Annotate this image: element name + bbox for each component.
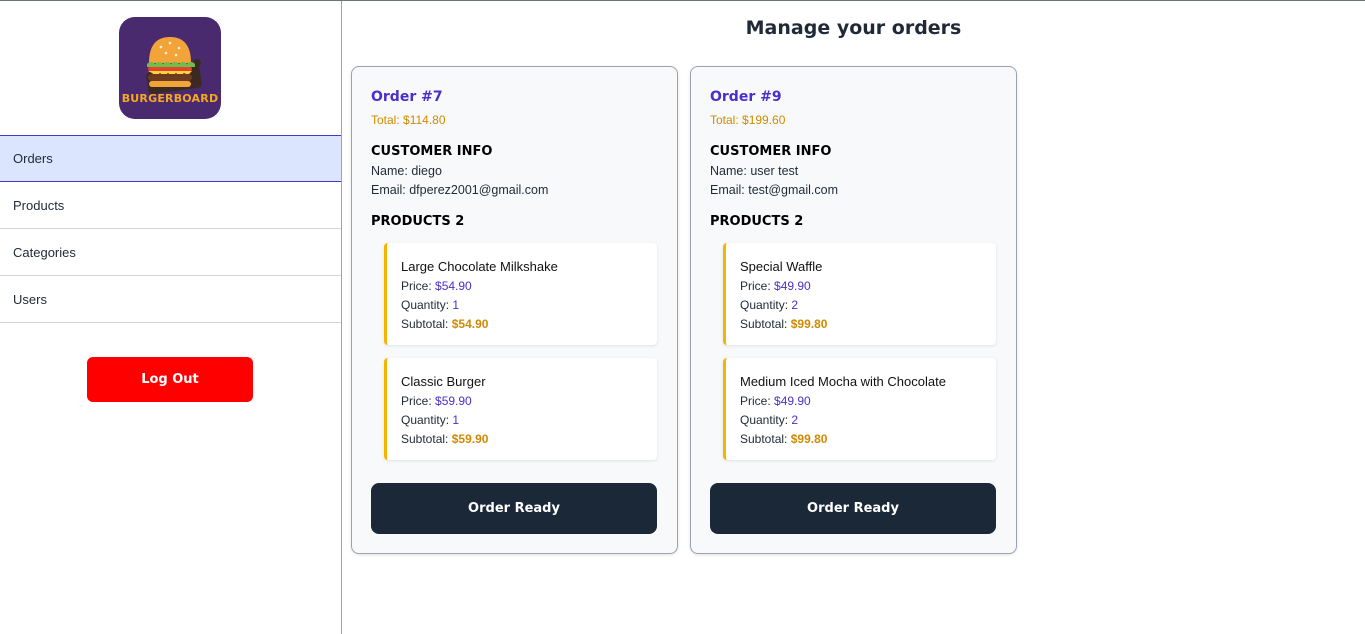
subtotal-label: Subtotal:: [740, 317, 788, 331]
order-card: Order #9 Total: $199.60 CUSTOMER INFO Na…: [690, 66, 1017, 554]
customer-name-value: diego: [411, 164, 442, 178]
order-total: Total: $114.80: [371, 113, 446, 127]
product-item: Classic Burger Price: $59.90 Quantity: 1…: [384, 358, 657, 460]
customer-name-value: user test: [750, 164, 799, 178]
subtotal-label: Subtotal:: [401, 317, 449, 331]
sidebar-item-categories[interactable]: Categories: [0, 229, 341, 276]
subtotal-value: $54.90: [451, 317, 489, 331]
customer-name: Name: diego: [371, 164, 442, 178]
app-window: BURGERBOARD Orders Products Categories U…: [0, 0, 1365, 634]
price-label: Price:: [740, 394, 771, 408]
sidebar-item-orders[interactable]: Orders: [0, 135, 341, 182]
customer-name-label: Name:: [371, 164, 408, 178]
product-price: Price: $49.90: [740, 394, 811, 408]
customer-info-heading: CUSTOMER INFO: [710, 144, 832, 159]
sidebar-nav: Orders Products Categories Users: [0, 135, 341, 323]
page-title: Manage your orders: [745, 17, 962, 39]
subtotal-value: $99.80: [790, 432, 828, 446]
product-subtotal: Subtotal: $99.80: [740, 432, 827, 446]
product-subtotal: Subtotal: $99.80: [740, 317, 827, 331]
product-price: Price: $49.90: [740, 279, 811, 293]
product-quantity: Quantity: 2: [740, 413, 798, 427]
product-quantity: Quantity: 1: [401, 413, 459, 427]
subtotal-label: Subtotal:: [401, 432, 449, 446]
price-label: Price:: [740, 279, 771, 293]
price-label: Price:: [401, 394, 432, 408]
quantity-label: Quantity:: [740, 413, 789, 427]
product-price: Price: $59.90: [401, 394, 472, 408]
quantity-value: 2: [791, 298, 799, 312]
product-quantity: Quantity: 2: [740, 298, 798, 312]
burgerboard-logo[interactable]: BURGERBOARD: [119, 17, 221, 119]
customer-name-label: Name:: [710, 164, 747, 178]
product-price: Price: $54.90: [401, 279, 472, 293]
customer-email-value: test@gmail.com: [748, 183, 839, 197]
quantity-label: Quantity:: [401, 298, 450, 312]
product-name: Large Chocolate Milkshake: [401, 259, 558, 274]
order-total: Total: $199.60: [710, 113, 786, 127]
products-heading: PRODUCTS 2: [710, 214, 804, 229]
order-title: Order #9: [710, 89, 782, 105]
quantity-label: Quantity:: [401, 413, 450, 427]
order-title: Order #7: [371, 89, 443, 105]
product-item: Medium Iced Mocha with Chocolate Price: …: [723, 358, 996, 460]
product-name: Classic Burger: [401, 374, 486, 389]
customer-info-heading: CUSTOMER INFO: [371, 144, 493, 159]
subtotal-label: Subtotal:: [740, 432, 788, 446]
price-label: Price:: [401, 279, 432, 293]
sidebar-item-products[interactable]: Products: [0, 182, 341, 229]
quantity-value: 1: [452, 413, 460, 427]
sidebar-item-users[interactable]: Users: [0, 276, 341, 323]
quantity-value: 1: [452, 298, 460, 312]
order-ready-button[interactable]: Order Ready: [710, 483, 996, 534]
customer-email: Email: test@gmail.com: [710, 183, 838, 197]
product-name: Medium Iced Mocha with Chocolate: [740, 374, 946, 389]
sidebar: BURGERBOARD Orders Products Categories U…: [0, 1, 342, 634]
subtotal-value: $59.90: [451, 432, 489, 446]
product-quantity: Quantity: 1: [401, 298, 459, 312]
customer-email-label: Email:: [710, 183, 745, 197]
subtotal-value: $99.80: [790, 317, 828, 331]
product-item: Large Chocolate Milkshake Price: $54.90 …: [384, 243, 657, 345]
price-value: $49.90: [774, 279, 811, 293]
price-value: $54.90: [435, 279, 472, 293]
order-ready-button[interactable]: Order Ready: [371, 483, 657, 534]
quantity-value: 2: [791, 413, 799, 427]
price-value: $59.90: [435, 394, 472, 408]
logout-button[interactable]: Log Out: [87, 357, 253, 402]
product-name: Special Waffle: [740, 259, 823, 274]
customer-email-label: Email:: [371, 183, 406, 197]
product-subtotal: Subtotal: $54.90: [401, 317, 488, 331]
customer-email-value: dfperez2001@gmail.com: [409, 183, 549, 197]
logo-text: BURGERBOARD: [121, 92, 219, 105]
customer-email: Email: dfperez2001@gmail.com: [371, 183, 548, 197]
product-subtotal: Subtotal: $59.90: [401, 432, 488, 446]
products-heading: PRODUCTS 2: [371, 214, 465, 229]
customer-name: Name: user test: [710, 164, 798, 178]
product-item: Special Waffle Price: $49.90 Quantity: 2…: [723, 243, 996, 345]
quantity-label: Quantity:: [740, 298, 789, 312]
price-value: $49.90: [774, 394, 811, 408]
order-card: Order #7 Total: $114.80 CUSTOMER INFO Na…: [351, 66, 678, 554]
